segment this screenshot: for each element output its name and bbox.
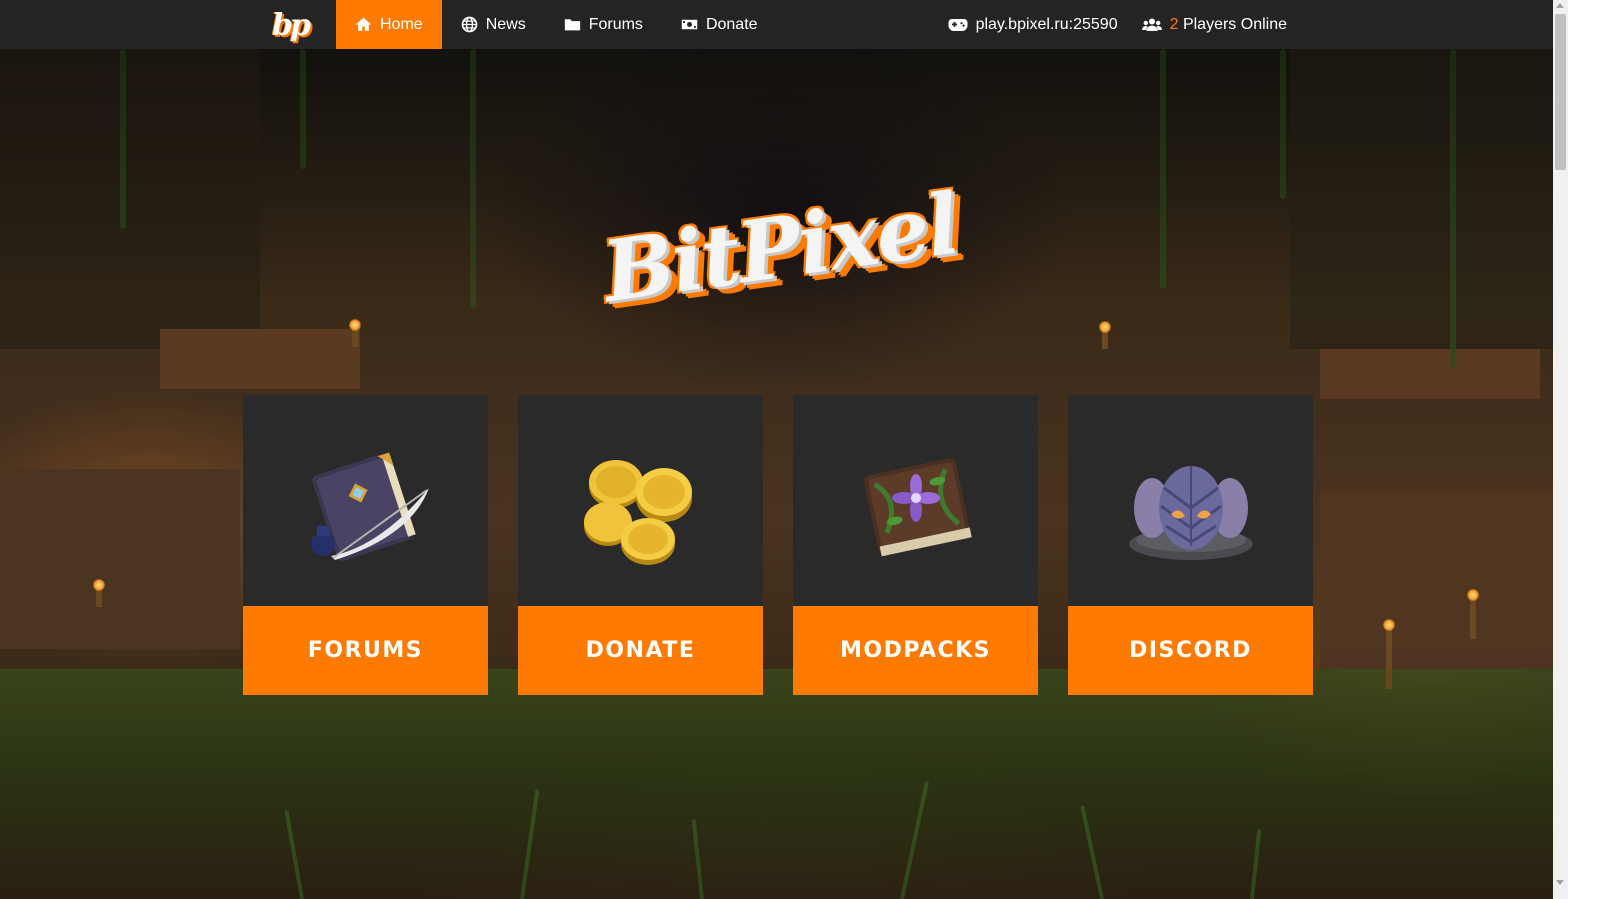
- book-quill-icon: [310, 451, 429, 561]
- nav-item-home[interactable]: Home: [336, 0, 442, 49]
- card-label: DISCORD: [1068, 606, 1313, 695]
- main-nav: Home News Forums Donate: [336, 0, 777, 49]
- window-margin: [1568, 0, 1599, 899]
- nav-item-label: Forums: [588, 15, 643, 33]
- page-scrollbar[interactable]: [1553, 0, 1599, 899]
- card-art: [243, 395, 488, 606]
- card-donate[interactable]: DONATE: [518, 395, 763, 695]
- folder-icon: [564, 19, 580, 31]
- nav-item-label: Donate: [705, 15, 758, 33]
- flower-book-icon: [863, 457, 972, 556]
- card-label: MODPACKS: [793, 606, 1038, 695]
- card-discord[interactable]: DISCORD: [1068, 395, 1313, 695]
- nav-item-label: News: [485, 15, 526, 33]
- site-logo[interactable]: bp: [272, 4, 311, 46]
- nav-item-label: Home: [380, 15, 423, 33]
- scroll-up-arrow-icon[interactable]: [1556, 3, 1564, 8]
- card-label: DONATE: [518, 606, 763, 695]
- card-art: [518, 395, 763, 606]
- scrollbar-thumb[interactable]: [1555, 14, 1566, 170]
- gamepad-icon: [948, 18, 968, 31]
- players-count: 2: [1169, 15, 1179, 33]
- money-icon: [681, 19, 698, 30]
- scroll-down-arrow-icon[interactable]: [1556, 880, 1564, 885]
- gold-coins-icon: [583, 459, 692, 565]
- globe-icon: [461, 16, 478, 33]
- top-navbar: bp Home News Forums Donate play.bpixel.r…: [0, 0, 1553, 49]
- card-label: FORUMS: [243, 606, 488, 695]
- players-online: 2 Players Online: [1141, 15, 1287, 34]
- nav-item-donate[interactable]: Donate: [662, 0, 777, 49]
- card-modpacks[interactable]: MODPACKS: [793, 395, 1038, 695]
- home-icon: [355, 17, 372, 31]
- nav-item-news[interactable]: News: [442, 0, 545, 49]
- card-forums[interactable]: FORUMS: [243, 395, 488, 695]
- dragon-egg-icon: [1128, 465, 1253, 560]
- server-address[interactable]: play.bpixel.ru:25590: [948, 16, 1118, 34]
- brand-name: BitPixel: [596, 173, 964, 322]
- players-label: Players Online: [1182, 15, 1287, 33]
- nav-item-forums[interactable]: Forums: [545, 0, 662, 49]
- feature-cards: FORUMS DONATE MODPACKS DISCORD: [243, 395, 1313, 695]
- users-icon: [1141, 18, 1162, 31]
- card-art: [1068, 395, 1313, 606]
- card-art: [793, 395, 1038, 606]
- server-address-text: play.bpixel.ru:25590: [975, 15, 1118, 33]
- server-info: play.bpixel.ru:25590 2 Players Online: [948, 0, 1287, 49]
